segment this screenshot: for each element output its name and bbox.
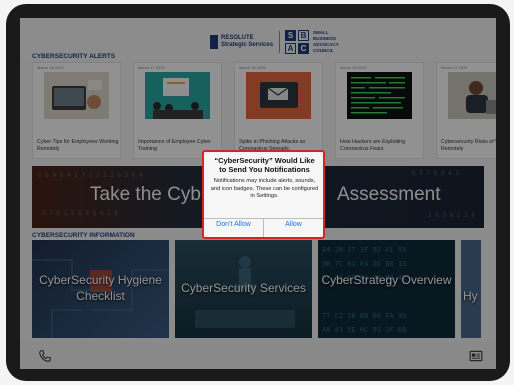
dialog-title: “CyberSecurity” Would Like to Send You N…: [214, 156, 315, 174]
allow-button[interactable]: Allow: [264, 221, 323, 228]
notification-permission-dialog: “CyberSecurity” Would Like to Send You N…: [202, 150, 325, 239]
dont-allow-button[interactable]: Don’t Allow: [204, 221, 263, 228]
dialog-message: Notifications may include alerts, sounds…: [210, 178, 319, 199]
app-screen: RESOLUTE Strategic Services S B A C SMAL…: [20, 18, 496, 369]
